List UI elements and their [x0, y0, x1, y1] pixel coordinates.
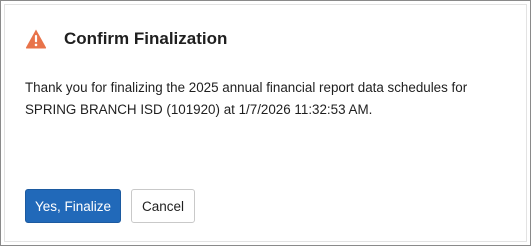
dialog-message: Thank you for finalizing the 2025 annual… — [25, 77, 515, 121]
dialog-header: Confirm Finalization — [25, 27, 227, 51]
warning-icon — [25, 28, 47, 50]
cancel-button[interactable]: Cancel — [131, 189, 195, 223]
message-line-2: SPRING BRANCH ISD (101920) at 1/7/2026 1… — [25, 102, 373, 117]
confirm-finalization-dialog: Confirm Finalization Thank you for final… — [0, 0, 531, 246]
message-line-1: Thank you for finalizing the 2025 annual… — [25, 80, 468, 95]
yes-finalize-button[interactable]: Yes, Finalize — [25, 189, 121, 223]
dialog-title: Confirm Finalization — [64, 29, 228, 48]
